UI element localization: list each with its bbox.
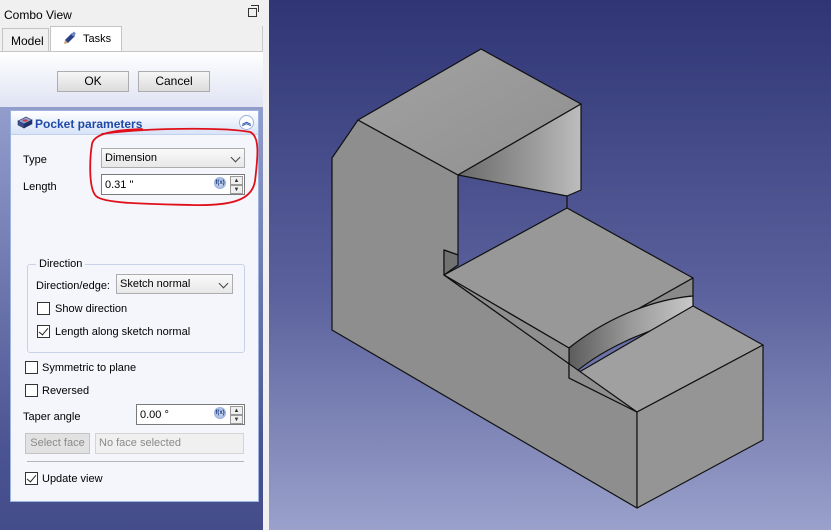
combo-view-titlebar: Combo View (0, 0, 263, 26)
length-along-normal-label: Length along sketch normal (55, 326, 191, 338)
reversed-checkbox[interactable] (25, 384, 38, 397)
combo-view-panel: Combo View Model Tasks OK Cancel Pocket … (0, 0, 263, 530)
model-3d-drawing (331, 48, 764, 509)
tab-model[interactable]: Model (2, 28, 49, 51)
3d-viewport[interactable] (269, 0, 831, 530)
direction-edge-value: Sketch normal (120, 278, 191, 290)
pencil-icon (64, 31, 76, 44)
taper-angle-input[interactable]: 0.00 ° f(x) ▲ ▼ (136, 404, 245, 425)
face-selection-field: No face selected (95, 433, 244, 454)
combo-view-title: Combo View (4, 8, 72, 22)
spin-up-icon[interactable]: ▲ (230, 406, 243, 415)
taper-angle-value: 0.00 ° (140, 409, 169, 421)
taper-angle-label: Taper angle (23, 411, 81, 423)
task-panel-header (0, 52, 263, 107)
cancel-button[interactable]: Cancel (138, 71, 210, 92)
show-direction-checkbox[interactable] (37, 302, 50, 315)
update-view-checkbox[interactable] (25, 472, 38, 485)
type-label: Type (23, 154, 47, 166)
ok-button[interactable]: OK (57, 71, 129, 92)
chevron-down-icon (218, 278, 229, 289)
update-view-label: Update view (42, 473, 103, 485)
length-label: Length (23, 181, 57, 193)
direction-edge-label: Direction/edge: (36, 280, 110, 292)
symmetric-checkbox[interactable] (25, 361, 38, 374)
tab-tasks-label: Tasks (83, 33, 112, 45)
tab-model-label: Model (11, 34, 44, 48)
direction-legend: Direction (36, 258, 86, 270)
tab-tasks[interactable]: Tasks (50, 26, 122, 52)
pocket-icon (17, 116, 33, 129)
task-panel: OK Cancel Pocket parameters ︽ Type Dimen… (0, 51, 263, 530)
select-face-button[interactable]: Select face (25, 433, 90, 454)
combo-view-tabs: Model Tasks (0, 26, 263, 52)
show-direction-label: Show direction (55, 303, 128, 315)
reversed-label: Reversed (42, 385, 90, 397)
fx-icon[interactable]: f(x) (214, 407, 226, 419)
symmetric-label: Symmetric to plane (42, 362, 137, 374)
length-along-normal-checkbox[interactable] (37, 325, 50, 338)
red-annotation-circle (89, 127, 259, 206)
spin-down-icon[interactable]: ▼ (230, 415, 243, 424)
float-window-icon[interactable] (248, 5, 259, 17)
direction-edge-select[interactable]: Sketch normal (116, 274, 233, 294)
divider (27, 461, 244, 462)
direction-groupbox: Direction Direction/edge: Sketch normal … (27, 258, 245, 353)
